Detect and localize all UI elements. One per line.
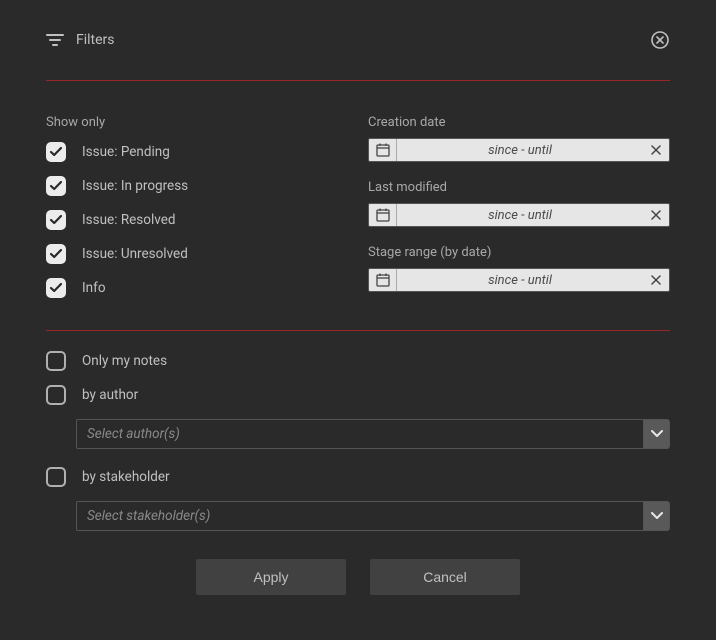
checkbox-label: by stakeholder [82, 469, 170, 485]
clear-date-button[interactable] [643, 269, 669, 291]
last-modified-group: Last modified since - until [368, 180, 670, 227]
filter-icon [46, 33, 64, 47]
check-icon [50, 283, 62, 293]
x-icon [651, 145, 661, 155]
x-icon [651, 275, 661, 285]
checkbox-label: Issue: Resolved [82, 212, 175, 228]
checkbox-by-stakeholder[interactable]: by stakeholder [46, 467, 670, 487]
cancel-button[interactable]: Cancel [370, 559, 520, 595]
show-only-label: Show only [46, 115, 368, 130]
checkbox-label: Issue: Unresolved [82, 246, 188, 262]
checkbox-input[interactable] [46, 210, 66, 230]
checkbox-label: Only my notes [82, 353, 167, 369]
x-icon [651, 210, 661, 220]
button-row: Apply Cancel [46, 559, 670, 595]
show-only-column: Show only Issue: Pending Issue: In progr… [46, 115, 368, 312]
creation-date-field[interactable]: since - until [368, 138, 670, 162]
checkbox-input[interactable] [46, 142, 66, 162]
checkbox-input[interactable] [46, 351, 66, 371]
checkbox-only-my-notes[interactable]: Only my notes [46, 351, 670, 371]
check-icon [50, 181, 62, 191]
divider [46, 80, 670, 81]
checkbox-input[interactable] [46, 278, 66, 298]
lower-section: Only my notes by author Select author(s)… [46, 351, 670, 531]
dialog-title: Filters [76, 32, 115, 48]
date-label: Last modified [368, 180, 670, 195]
title-wrap: Filters [46, 32, 115, 48]
date-placeholder: since - until [397, 273, 643, 288]
date-label: Stage range (by date) [368, 245, 670, 260]
checkbox-label: Issue: Pending [82, 144, 170, 160]
clear-date-button[interactable] [643, 204, 669, 226]
main-columns: Show only Issue: Pending Issue: In progr… [46, 115, 670, 312]
chevron-down-icon [651, 512, 663, 520]
checkbox-label: by author [82, 387, 138, 403]
select-placeholder: Select stakeholder(s) [87, 508, 210, 524]
divider [46, 330, 670, 331]
close-button[interactable] [650, 30, 670, 50]
stage-range-field[interactable]: since - until [368, 268, 670, 292]
date-label: Creation date [368, 115, 670, 130]
last-modified-field[interactable]: since - until [368, 203, 670, 227]
checkbox-input[interactable] [46, 385, 66, 405]
calendar-icon [369, 204, 397, 226]
checkbox-issue-pending[interactable]: Issue: Pending [46, 142, 368, 162]
stage-range-group: Stage range (by date) since - until [368, 245, 670, 292]
check-icon [50, 249, 62, 259]
clear-date-button[interactable] [643, 139, 669, 161]
stakeholder-select-wrap: Select stakeholder(s) [76, 501, 670, 531]
author-select-toggle[interactable] [644, 419, 670, 449]
date-filters-column: Creation date since - until Last modifie… [368, 115, 670, 312]
stakeholder-select-toggle[interactable] [644, 501, 670, 531]
date-placeholder: since - until [397, 208, 643, 223]
date-placeholder: since - until [397, 143, 643, 158]
apply-button[interactable]: Apply [196, 559, 346, 595]
filters-dialog: Filters Show only Issue: Pending Issue: … [0, 0, 716, 625]
stakeholder-select[interactable]: Select stakeholder(s) [76, 501, 644, 531]
checkbox-label: Info [82, 280, 106, 296]
author-select[interactable]: Select author(s) [76, 419, 644, 449]
creation-date-group: Creation date since - until [368, 115, 670, 162]
select-placeholder: Select author(s) [87, 426, 180, 442]
checkbox-input[interactable] [46, 176, 66, 196]
checkbox-label: Issue: In progress [82, 178, 188, 194]
checkbox-by-author[interactable]: by author [46, 385, 670, 405]
author-select-wrap: Select author(s) [76, 419, 670, 449]
checkbox-info[interactable]: Info [46, 278, 368, 298]
checkbox-input[interactable] [46, 244, 66, 264]
calendar-icon [369, 269, 397, 291]
checkbox-issue-unresolved[interactable]: Issue: Unresolved [46, 244, 368, 264]
check-icon [50, 215, 62, 225]
dialog-header: Filters [46, 30, 670, 50]
close-icon [651, 31, 669, 49]
calendar-icon [369, 139, 397, 161]
checkbox-issue-in-progress[interactable]: Issue: In progress [46, 176, 368, 196]
chevron-down-icon [651, 430, 663, 438]
checkbox-input[interactable] [46, 467, 66, 487]
check-icon [50, 147, 62, 157]
checkbox-issue-resolved[interactable]: Issue: Resolved [46, 210, 368, 230]
